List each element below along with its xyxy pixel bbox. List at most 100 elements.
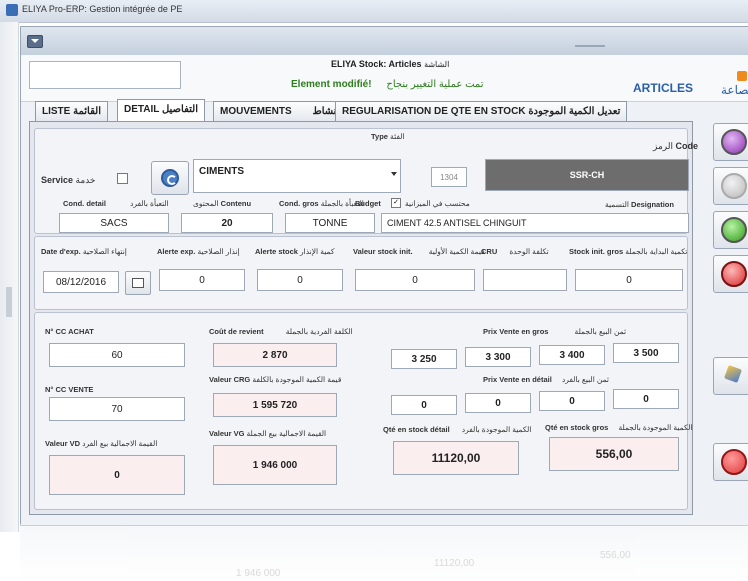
cond-detail-label: Cond. detail التعبأة بالفرد bbox=[63, 199, 169, 208]
cru-label: CRU تكلفة الوحدة bbox=[481, 247, 549, 256]
budget-checkbox[interactable]: ✓ bbox=[391, 198, 401, 208]
tab-liste-label: LISTE bbox=[42, 106, 71, 117]
valeur-vd-label: Valeur VD القيمة الاجمالية بيع الفرد bbox=[45, 439, 158, 448]
delete-button[interactable] bbox=[713, 255, 748, 293]
power-icon bbox=[721, 449, 747, 475]
prix-detail-1[interactable]: 0 bbox=[391, 395, 457, 415]
contenu-field[interactable]: 20 bbox=[181, 213, 273, 233]
qte-gros-label: Qté en stock gros الكمية الموجودة بالجمل… bbox=[545, 423, 693, 432]
green-orb-icon bbox=[721, 217, 747, 243]
stock-init-gros-field[interactable]: 0 bbox=[575, 269, 683, 291]
code-number: 1304 bbox=[431, 167, 467, 187]
prix-detail-4[interactable]: 0 bbox=[613, 389, 679, 409]
tab-mouvements[interactable]: MOUVEMENTS النشاط bbox=[213, 101, 350, 121]
tab-liste[interactable]: LISTE القائمة bbox=[35, 101, 108, 121]
stock-init-gros-label: Stock init. gros تكمية البداية بالجملة bbox=[569, 247, 688, 256]
type-label: Type الفئة bbox=[371, 132, 405, 141]
tab-regularisation-label: REGULARISATION DE QTE EN STOCK bbox=[342, 106, 526, 117]
purple-orb-icon bbox=[721, 129, 747, 155]
service-checkbox[interactable] bbox=[117, 173, 128, 184]
prix-gros-1[interactable]: 3 250 bbox=[391, 349, 457, 369]
grey-action-button[interactable] bbox=[713, 167, 748, 205]
tab-regularisation[interactable]: REGULARISATION DE QTE EN STOCK تعديل الك… bbox=[335, 101, 628, 121]
side-grip[interactable] bbox=[6, 287, 12, 317]
alerte-exp-label: Alerte exp. إنذار الصلاحية bbox=[157, 247, 240, 256]
valeur-vg-field: 1 946 000 bbox=[213, 445, 337, 485]
prix-gros-4[interactable]: 3 500 bbox=[613, 343, 679, 363]
trash-icon bbox=[721, 261, 747, 287]
window-title-bar bbox=[21, 27, 748, 55]
search-input[interactable] bbox=[29, 61, 181, 89]
pricing-panel: N° CC ACHAT 60 N° CC VENTE 70 Coût de re… bbox=[34, 312, 692, 510]
modified-text-ar: تمت عملية التغيير بنجاح bbox=[386, 79, 484, 90]
header-band: ELIYA Stock: Articles الشاشة Element mod… bbox=[21, 55, 748, 102]
valeur-vg-label: Valeur VG القيمة الاجمالية بيع الجملة bbox=[209, 429, 327, 438]
cc-achat-label: N° CC ACHAT bbox=[45, 327, 94, 336]
prix-detail-2[interactable]: 0 bbox=[465, 393, 531, 413]
cond-gros-field[interactable]: TONNE bbox=[285, 213, 375, 233]
section-title-ar: مصاعة bbox=[721, 83, 748, 97]
refresh-arrow bbox=[167, 175, 177, 185]
cond-detail-field[interactable]: SACS bbox=[59, 213, 169, 233]
reflect-vg: 1 946 000 bbox=[236, 568, 281, 579]
cru-field[interactable] bbox=[483, 269, 567, 291]
contenu-label: المحتوى Contenu bbox=[193, 199, 252, 208]
service-label: Service خدمة bbox=[41, 175, 96, 185]
clear-button[interactable] bbox=[713, 357, 748, 395]
prix-gros-2[interactable]: 3 300 bbox=[465, 347, 531, 367]
alerte-exp-field[interactable]: 0 bbox=[159, 269, 245, 291]
code-label: الرمز Code bbox=[653, 141, 699, 151]
refresh-button[interactable] bbox=[151, 161, 189, 195]
prix-detail-3[interactable]: 0 bbox=[539, 391, 605, 411]
articles-window: ELIYA Stock: Articles الشاشة Element mod… bbox=[20, 26, 748, 526]
tab-liste-ar: القائمة bbox=[73, 106, 101, 117]
minimize-icon[interactable] bbox=[737, 71, 747, 81]
modified-text: Element modifié! bbox=[291, 79, 372, 90]
green-action-button[interactable] bbox=[713, 211, 748, 249]
prix-gros-3[interactable]: 3 400 bbox=[539, 345, 605, 365]
reflect-qte-gros: 556,00 bbox=[600, 550, 631, 561]
cond-gros-label: Cond. gros التعبأة بالجملة bbox=[279, 199, 364, 208]
stock-settings-panel: Date d'exp. إنتهاء الصلاحية Alerte exp. … bbox=[34, 236, 688, 310]
modified-status: Element modifié! تمت عملية التغيير بنجاح bbox=[291, 79, 484, 90]
qte-detail-field: 11120,00 bbox=[393, 441, 519, 475]
alerte-stock-field[interactable]: 0 bbox=[257, 269, 343, 291]
alerte-stock-label: Alerte stock كمية الإنذار bbox=[255, 247, 335, 256]
cout-revient-label: Coût de revient الكلفة الفردية بالجملة bbox=[209, 327, 353, 336]
grey-orb-icon bbox=[721, 173, 747, 199]
cc-vente-field[interactable]: 70 bbox=[49, 397, 185, 421]
detail-content: Type الفئة الرمز Code Service خدمة CIMEN… bbox=[29, 121, 698, 515]
section-title: ARTICLES bbox=[633, 81, 693, 95]
refresh-icon bbox=[161, 169, 179, 187]
qte-gros-field: 556,00 bbox=[549, 437, 679, 471]
designation-field[interactable]: CIMENT 42.5 ANTISEL CHINGUIT bbox=[381, 213, 689, 233]
window-menu-button[interactable] bbox=[27, 35, 43, 48]
purple-action-button[interactable] bbox=[713, 123, 748, 161]
calendar-button[interactable] bbox=[125, 271, 151, 295]
tab-detail-label: DETAIL bbox=[124, 104, 160, 115]
broom-icon bbox=[724, 365, 742, 383]
reflect-qte-detail: 11120,00 bbox=[434, 558, 475, 569]
valeur-stock-init-label: Valeur stock init. قيمة الكمية الأولية bbox=[353, 247, 485, 256]
left-side-strip bbox=[0, 22, 19, 532]
tab-regularisation-ar: تعديل الكمية الموجودة bbox=[528, 106, 621, 117]
tab-mouvements-label: MOUVEMENTS bbox=[220, 106, 292, 117]
tab-detail-ar: التفاصيل bbox=[161, 104, 198, 115]
date-exp-field[interactable]: 08/12/2016 bbox=[43, 271, 119, 293]
valeur-stock-init-field[interactable]: 0 bbox=[355, 269, 475, 291]
code-field[interactable]: SSR-CH bbox=[485, 159, 689, 191]
title-grip bbox=[575, 45, 605, 47]
power-button[interactable] bbox=[713, 443, 748, 481]
type-select[interactable]: CIMENTS bbox=[193, 159, 401, 193]
window-reflection: 1 946 000 11120,00 556,00 bbox=[20, 524, 748, 581]
chevron-down-icon bbox=[391, 172, 397, 176]
stock-title: ELIYA Stock: Articles الشاشة bbox=[331, 59, 449, 69]
cc-achat-field[interactable]: 60 bbox=[49, 343, 185, 367]
valeur-vd-field: 0 bbox=[49, 455, 185, 495]
valeur-crg-label: Valeur CRG قيمة الكمية الموجودة بالكلفة bbox=[209, 375, 342, 384]
budget-label-ar: محتسب في الميزانية bbox=[405, 199, 470, 208]
tab-detail[interactable]: DETAIL التفاصيل bbox=[117, 99, 205, 122]
outer-title-bar: ELIYA Pro-ERP: Gestion intégrée de PE bbox=[0, 0, 748, 23]
qte-detail-label: Qté en stock détail الكمية الموجودة بالف… bbox=[383, 425, 532, 434]
outer-title-text: ELIYA Pro-ERP: Gestion intégrée de PE bbox=[22, 4, 183, 14]
